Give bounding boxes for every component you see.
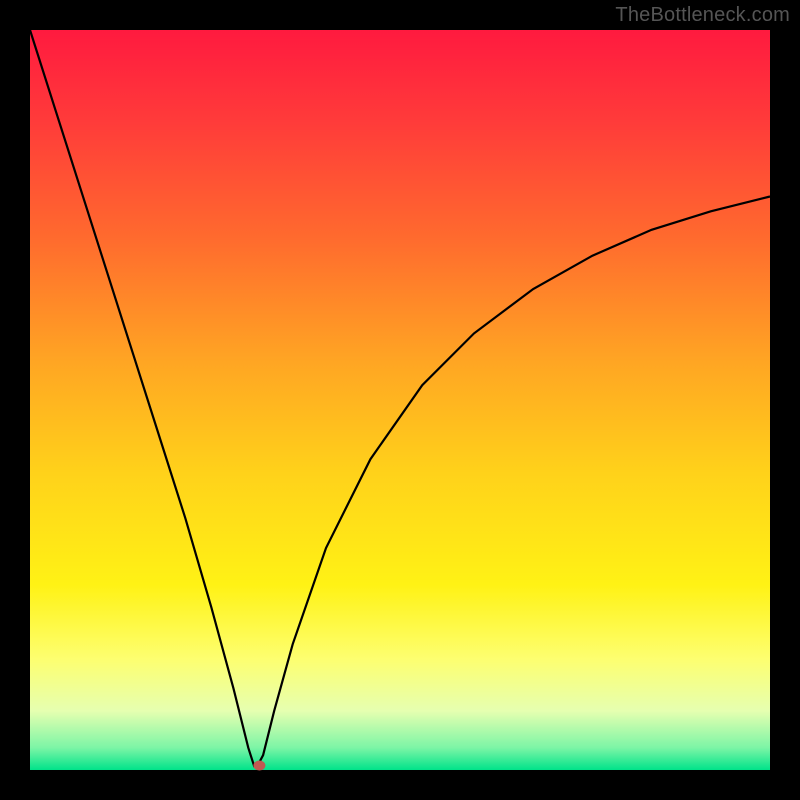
gradient-background — [30, 30, 770, 770]
optimal-marker — [253, 761, 265, 771]
chart-stage: TheBottleneck.com — [0, 0, 800, 800]
bottleneck-chart — [0, 0, 800, 800]
